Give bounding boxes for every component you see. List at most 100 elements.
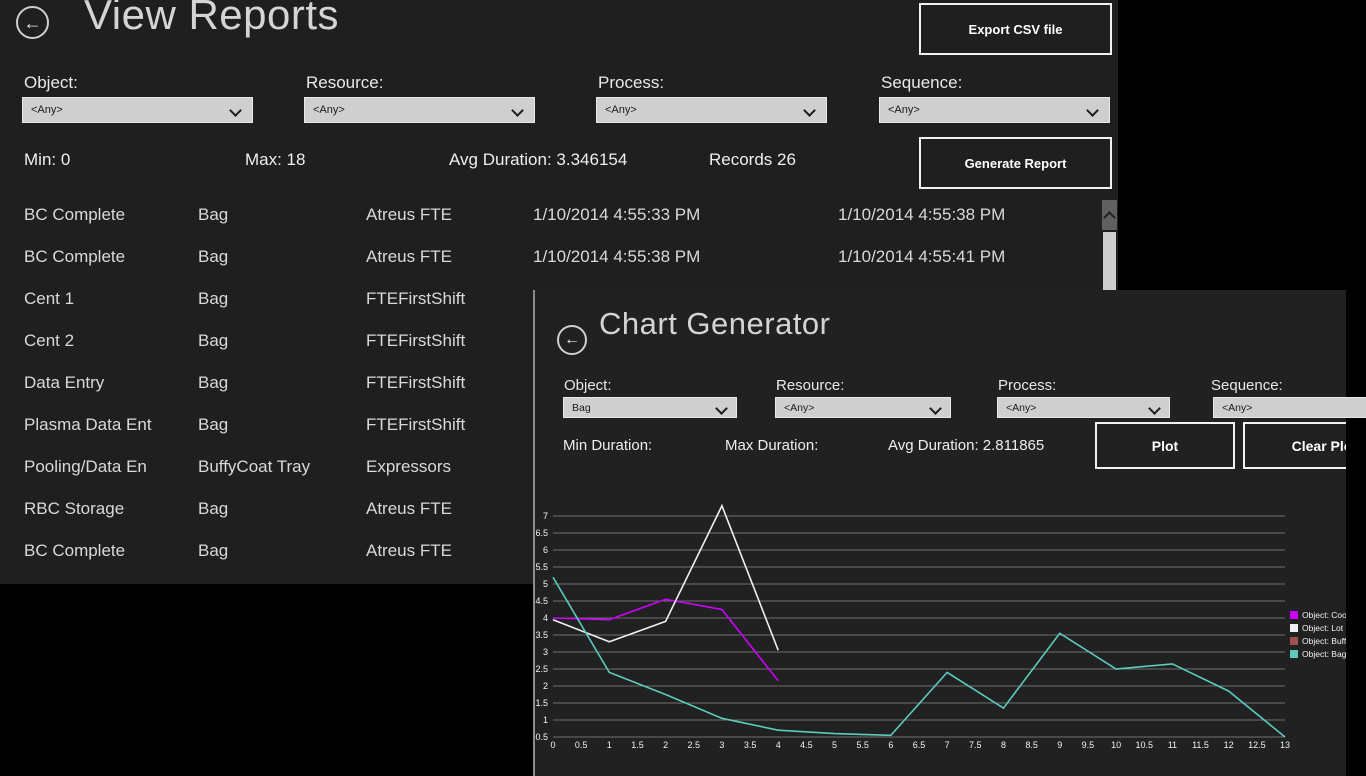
legend-label: Object: Lot: [1302, 623, 1343, 633]
resource-dropdown[interactable]: <Any>: [775, 397, 951, 418]
legend-item: Object: Coole: [1290, 608, 1346, 621]
legend-swatch: [1290, 611, 1298, 619]
y-tick-label: 6: [543, 545, 548, 555]
screen: { "icons": { "back": "←" }, "view_report…: [0, 0, 1366, 776]
clear-plot-button[interactable]: Clear Plot: [1243, 422, 1346, 469]
table-cell: BC Complete: [24, 205, 194, 225]
table-cell: FTEFirstShift: [366, 373, 529, 393]
y-tick-label: 2: [543, 681, 548, 691]
chevron-down-icon: [229, 104, 242, 117]
chevron-down-icon: [1148, 402, 1161, 415]
dropdown-value: <Any>: [888, 104, 920, 116]
x-tick-label: 3: [719, 740, 724, 750]
legend-item: Object: Bag: [1290, 647, 1346, 660]
process-dropdown[interactable]: <Any>: [997, 397, 1170, 418]
table-cell: Atreus FTE: [366, 499, 529, 519]
x-tick-label: 1: [607, 740, 612, 750]
table-cell: BC Complete: [24, 247, 194, 267]
x-tick-label: 4: [776, 740, 781, 750]
table-cell: FTEFirstShift: [366, 289, 529, 309]
x-tick-label: 10.5: [1135, 740, 1153, 750]
y-tick-label: 3: [543, 647, 548, 657]
x-tick-label: 7: [945, 740, 950, 750]
table-cell: Cent 1: [24, 289, 194, 309]
x-tick-label: 6.5: [913, 740, 926, 750]
filter-label-object: Object:: [24, 73, 78, 93]
table-cell: Bag: [198, 415, 362, 435]
table-cell: RBC Storage: [24, 499, 194, 519]
generate-report-button[interactable]: Generate Report: [919, 137, 1112, 189]
table-row[interactable]: BC CompleteBagAtreus FTE1/10/2014 4:55:3…: [0, 205, 1100, 231]
chevron-down-icon: [803, 104, 816, 117]
chevron-down-icon: [511, 104, 524, 117]
legend-swatch: [1290, 624, 1298, 632]
x-tick-label: 6: [888, 740, 893, 750]
x-tick-label: 13: [1280, 740, 1290, 750]
table-row[interactable]: BC CompleteBagAtreus FTE1/10/2014 4:55:3…: [0, 247, 1100, 273]
legend-swatch: [1290, 637, 1298, 645]
table-cell: 1/10/2014 4:55:41 PM: [838, 247, 1100, 267]
y-tick-label: 2.5: [535, 664, 548, 674]
x-tick-label: 3.5: [744, 740, 757, 750]
sequence-dropdown[interactable]: <Any>: [879, 97, 1110, 123]
process-dropdown[interactable]: <Any>: [596, 97, 827, 123]
x-tick-label: 5.5: [856, 740, 869, 750]
export-csv-button[interactable]: Export CSV file: [919, 3, 1112, 55]
chevron-down-icon: [929, 402, 942, 415]
dropdown-value: Bag: [572, 402, 591, 414]
table-cell: Data Entry: [24, 373, 194, 393]
y-tick-label: 1.5: [535, 698, 548, 708]
legend-label: Object: BuffyC: [1302, 636, 1346, 646]
table-cell: Bag: [198, 373, 362, 393]
x-tick-label: 8.5: [1025, 740, 1038, 750]
legend-label: Object: Coole: [1302, 610, 1346, 620]
y-tick-label: 6.5: [535, 528, 548, 538]
table-cell: Bag: [198, 499, 362, 519]
chart-legend: Object: Coole Object: Lot Object: BuffyC Ob…: [1290, 608, 1346, 660]
object-dropdown[interactable]: <Any>: [22, 97, 253, 123]
legend-label: Object: Bag: [1302, 649, 1346, 659]
y-tick-label: 5.5: [535, 562, 548, 572]
back-button[interactable]: ←: [557, 325, 587, 355]
x-tick-label: 4.5: [800, 740, 813, 750]
table-cell: BuffyCoat Tray: [198, 457, 362, 477]
table-cell: Pooling/Data En: [24, 457, 194, 477]
x-tick-label: 0: [550, 740, 555, 750]
filter-label-resource: Resource:: [776, 377, 844, 394]
y-tick-label: 1: [543, 715, 548, 725]
dropdown-value: <Any>: [605, 104, 637, 116]
resource-dropdown[interactable]: <Any>: [304, 97, 535, 123]
y-tick-label: 4: [543, 613, 548, 623]
legend-item: Object: Lot: [1290, 621, 1346, 634]
x-tick-label: 1.5: [631, 740, 644, 750]
chevron-down-icon: [1086, 104, 1099, 117]
table-cell: Cent 2: [24, 331, 194, 351]
table-cell: Atreus FTE: [366, 541, 529, 561]
table-cell: Plasma Data Ent: [24, 415, 194, 435]
scroll-up-button[interactable]: [1102, 200, 1117, 230]
x-tick-label: 7.5: [969, 740, 982, 750]
table-cell: Bag: [198, 247, 362, 267]
table-cell: 1/10/2014 4:55:38 PM: [533, 247, 833, 267]
plot-button[interactable]: Plot: [1095, 422, 1235, 469]
back-button[interactable]: ←: [16, 6, 49, 39]
x-tick-label: 2: [663, 740, 668, 750]
object-dropdown[interactable]: Bag: [563, 397, 737, 418]
back-arrow-icon: ←: [564, 332, 580, 348]
filter-label-process: Process:: [998, 377, 1056, 394]
filter-label-resource: Resource:: [306, 73, 383, 93]
filter-label-sequence: Sequence:: [1211, 377, 1283, 394]
dropdown-value: <Any>: [784, 402, 814, 414]
dropdown-value: <Any>: [313, 104, 345, 116]
x-tick-label: 12: [1224, 740, 1234, 750]
table-cell: BC Complete: [24, 541, 194, 561]
page-title: Chart Generator: [599, 306, 831, 342]
chart-generator-window: ← Chart Generator Object:BagResource:<An…: [533, 290, 1346, 776]
dropdown-value: <Any>: [1222, 402, 1252, 414]
table-cell: Bag: [198, 541, 362, 561]
min-stat: Min: 0: [24, 150, 70, 170]
x-tick-label: 11.5: [1192, 740, 1209, 750]
x-tick-label: 2.5: [688, 740, 701, 750]
chevron-down-icon: [715, 402, 728, 415]
sequence-dropdown[interactable]: <Any>: [1213, 397, 1366, 418]
